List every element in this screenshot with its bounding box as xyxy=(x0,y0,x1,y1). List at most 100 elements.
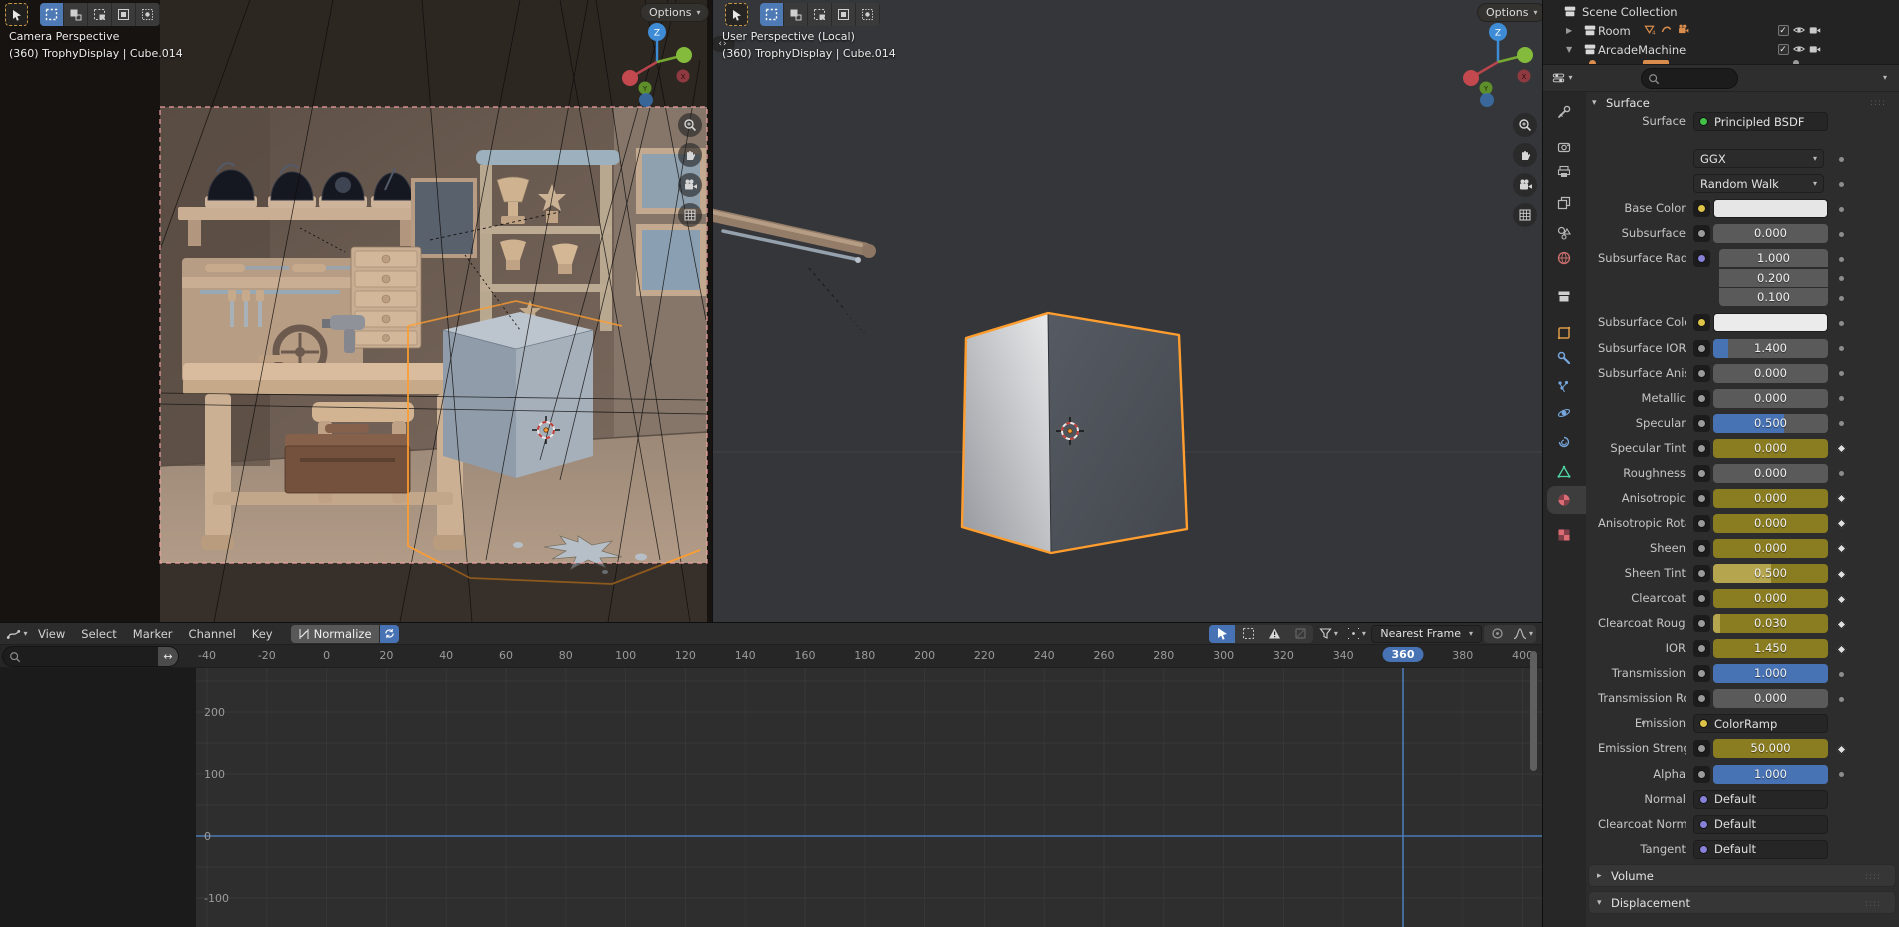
node-value-field[interactable]: Principled BSDF xyxy=(1693,112,1828,131)
tab-render[interactable] xyxy=(1556,139,1572,155)
vector-value-field[interactable]: 0.100 xyxy=(1719,288,1828,306)
normalize-auto-icon[interactable] xyxy=(380,625,399,643)
hide-eye-toggle[interactable] xyxy=(1792,42,1806,56)
select-box-intersect-button[interactable] xyxy=(856,3,880,26)
keyframe-decorator[interactable] xyxy=(1835,286,1847,310)
select-box-extend-button[interactable] xyxy=(784,3,808,26)
value-slider[interactable]: 0.000 xyxy=(1713,224,1828,243)
vector-value-field[interactable]: 1.000 xyxy=(1719,249,1828,267)
keyframe-decorator[interactable] xyxy=(1835,437,1847,461)
value-slider[interactable]: 0.500 xyxy=(1713,564,1828,583)
value-slider[interactable]: 0.500 xyxy=(1713,414,1828,433)
node-socket-button[interactable] xyxy=(1693,465,1710,482)
camera-view-icon[interactable] xyxy=(1513,173,1537,197)
node-value-field[interactable]: ColorRamp xyxy=(1693,714,1828,733)
value-slider[interactable]: 50.000 xyxy=(1713,739,1828,758)
node-value-field[interactable]: Default xyxy=(1693,815,1828,834)
outliner-item-label[interactable]: Scene Collection xyxy=(1582,5,1678,19)
keyframe-decorator[interactable] xyxy=(1835,197,1847,221)
move-view-hand-icon[interactable] xyxy=(678,143,702,167)
tab-object[interactable] xyxy=(1556,325,1572,341)
keyframe-decorator[interactable] xyxy=(1835,562,1847,586)
expander-icon[interactable]: ▶ xyxy=(1566,26,1572,35)
keyframe-decorator[interactable] xyxy=(1835,512,1847,536)
graph-editor[interactable]: ▾ ViewSelectMarkerChannelKey Normalize ▾… xyxy=(0,622,1542,927)
select-box-invert-button[interactable] xyxy=(112,3,136,26)
zoom-icon[interactable] xyxy=(678,113,702,137)
keyframe-decorator[interactable] xyxy=(1835,222,1847,246)
tab-modifiers[interactable] xyxy=(1556,350,1572,366)
perspective-grid-icon[interactable] xyxy=(1513,203,1537,227)
node-socket-button[interactable] xyxy=(1693,690,1710,707)
expand-channels-icon[interactable]: ↔ xyxy=(158,647,178,666)
channel-search-box[interactable]: ↔ xyxy=(2,646,179,667)
keyframe-decorator[interactable] xyxy=(1835,362,1847,386)
keyframe-decorator[interactable] xyxy=(1835,587,1847,611)
select-box-invert-button[interactable] xyxy=(832,3,856,26)
hide-eye-toggle[interactable] xyxy=(1792,23,1806,37)
active-tool-tweak-button[interactable] xyxy=(5,3,28,26)
tab-material[interactable] xyxy=(1556,492,1572,508)
navigation-gizmo[interactable]: Z Y X xyxy=(1456,18,1542,118)
value-slider[interactable]: 0.000 xyxy=(1713,689,1828,708)
value-slider[interactable]: 1.000 xyxy=(1713,664,1828,683)
node-socket-button[interactable] xyxy=(1693,314,1710,331)
keyframe-decorator[interactable] xyxy=(1835,612,1847,636)
menu-select[interactable]: Select xyxy=(73,627,124,641)
menu-marker[interactable]: Marker xyxy=(125,627,181,641)
pivot-point-button[interactable] xyxy=(1484,625,1510,643)
keyframe-decorator[interactable] xyxy=(1835,737,1847,761)
node-value-field[interactable]: Default xyxy=(1693,790,1828,809)
value-slider[interactable]: 0.000 xyxy=(1713,464,1828,483)
expander-icon[interactable]: ▼ xyxy=(1566,45,1572,54)
zoom-icon[interactable] xyxy=(1513,113,1537,137)
node-socket-button[interactable] xyxy=(1693,390,1710,407)
checkbox-toggle[interactable]: ✓ xyxy=(1776,42,1790,56)
editor-type-button[interactable]: ▾ xyxy=(4,625,30,643)
viewport-camera[interactable]: Camera Perspective (360) TrophyDisplay |… xyxy=(0,0,712,622)
editor-type-button[interactable]: ▾ xyxy=(1549,69,1575,87)
tab-tool[interactable] xyxy=(1556,104,1572,120)
tab-world[interactable] xyxy=(1556,250,1572,266)
node-socket-button[interactable] xyxy=(1693,640,1710,657)
select-box-set-button[interactable] xyxy=(40,3,64,26)
navigation-gizmo[interactable]: Z Y X xyxy=(615,18,705,118)
select-box-extend-button[interactable] xyxy=(64,3,88,26)
vector-value-field[interactable]: 0.200 xyxy=(1719,269,1828,287)
menu-key[interactable]: Key xyxy=(244,627,281,641)
show-hidden-toggle[interactable] xyxy=(1235,625,1261,643)
select-box-set-button[interactable] xyxy=(760,3,784,26)
filter-button[interactable]: ▾ xyxy=(1315,625,1341,643)
current-frame-indicator[interactable]: 360 xyxy=(1383,647,1424,662)
node-socket-button[interactable] xyxy=(1693,200,1710,217)
node-socket-button[interactable] xyxy=(1693,365,1710,382)
keyframe-decorator[interactable] xyxy=(1835,412,1847,436)
proportional-edit-button[interactable]: ▾ xyxy=(1343,625,1369,643)
node-socket-button[interactable] xyxy=(1693,440,1710,457)
graph-plot-area[interactable]: 2001000-100 xyxy=(0,668,1542,927)
tab-collection[interactable] xyxy=(1556,288,1572,304)
auto-easing-button[interactable]: ▾ xyxy=(1510,625,1536,643)
frame-ruler[interactable]: -40-200204060801001201401601802002202402… xyxy=(0,645,1542,668)
checkbox-toggle[interactable]: ✓ xyxy=(1776,23,1790,37)
channel-search-input[interactable] xyxy=(21,650,158,664)
keyframe-decorator[interactable] xyxy=(1835,763,1847,787)
user-scene[interactable] xyxy=(713,0,1542,622)
tab-physics[interactable] xyxy=(1556,405,1572,421)
value-slider[interactable]: 0.000 xyxy=(1713,364,1828,383)
outliner[interactable]: Scene Collection▶Room4✓▼ArcadeMachine✓ xyxy=(1543,0,1899,64)
tab-particles[interactable] xyxy=(1556,379,1572,395)
tab-view-layer[interactable] xyxy=(1556,195,1572,211)
keyframe-decorator[interactable] xyxy=(1835,337,1847,361)
show-errors-toggle[interactable] xyxy=(1261,625,1287,643)
color-swatch-field[interactable] xyxy=(1713,199,1828,218)
node-socket-button[interactable] xyxy=(1693,766,1710,783)
render-visibility-toggle[interactable] xyxy=(1808,42,1822,56)
enum-dropdown[interactable]: GGX▾ xyxy=(1693,149,1824,168)
keyframe-decorator[interactable] xyxy=(1835,637,1847,661)
node-socket-button[interactable] xyxy=(1693,565,1710,582)
node-socket-button[interactable] xyxy=(1693,590,1710,607)
graph-vertical-scrollbar[interactable] xyxy=(1530,651,1537,771)
outliner-row[interactable]: ▶Room4✓ xyxy=(1543,21,1899,40)
header-menu-chevron[interactable]: ▾ xyxy=(1883,74,1887,82)
